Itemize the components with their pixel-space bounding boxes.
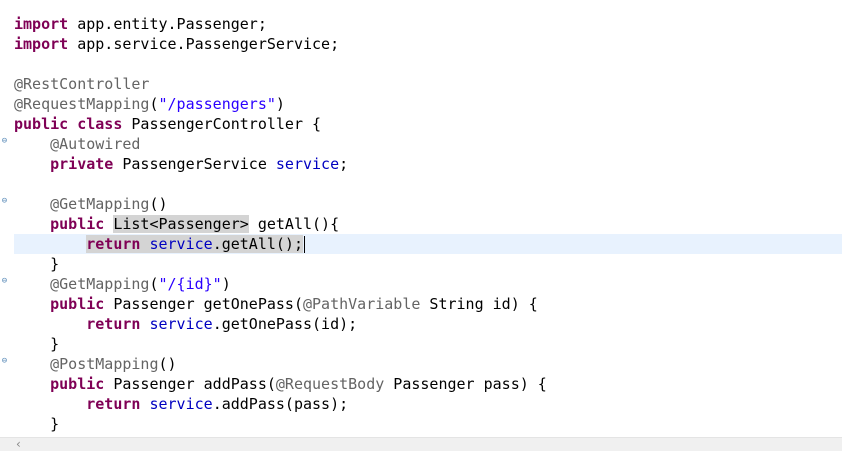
code-line-18[interactable]: @PostMapping() <box>14 354 177 374</box>
code-line-14[interactable]: @GetMapping("/{id}") <box>14 274 231 294</box>
code-line-19[interactable]: public Passenger addPass(@RequestBody Pa… <box>14 374 547 394</box>
code-text: Passenger pass) { <box>384 375 547 393</box>
code-line-1[interactable]: import app.entity.Passenger; <box>14 14 267 34</box>
keyword: class <box>77 115 123 133</box>
keyword: public <box>50 375 105 393</box>
code-line-13[interactable]: } <box>14 254 59 274</box>
code-text: Passenger addPass( <box>104 375 276 393</box>
code-line-15[interactable]: public Passenger getOnePass(@PathVariabl… <box>14 294 538 314</box>
annotation: @PostMapping <box>50 355 159 373</box>
code-text: String id) { <box>420 295 538 313</box>
code-text: } <box>50 415 60 433</box>
keyword: public <box>50 295 105 313</box>
field-reference: service <box>149 395 213 413</box>
keyword: return <box>86 315 141 333</box>
code-line-2[interactable]: import app.service.PassengerService; <box>14 34 339 54</box>
code-line-16[interactable]: return service.getOnePass(id); <box>14 314 357 334</box>
horizontal-scrollbar[interactable]: ‹ <box>0 437 842 451</box>
code-text: .addPass(pass); <box>212 395 349 413</box>
code-text: getAll(){ <box>248 215 340 233</box>
code-line-12-current[interactable]: return service.getAll(); <box>14 234 842 254</box>
code-text: ( <box>149 275 159 293</box>
keyword: public <box>50 215 105 233</box>
fold-icon-class[interactable]: ⊖ <box>0 137 9 146</box>
code-text: app.service.PassengerService; <box>68 35 340 53</box>
keyword: import <box>14 35 69 53</box>
code-line-21[interactable]: } <box>14 414 59 434</box>
code-text: ; <box>339 155 349 173</box>
annotation: @PathVariable <box>303 295 421 313</box>
code-text: () <box>149 195 168 213</box>
code-line-17[interactable]: } <box>14 334 59 354</box>
keyword: return <box>86 235 141 253</box>
code-text: Passenger getOnePass( <box>104 295 303 313</box>
code-line-11[interactable]: public List<Passenger> getAll(){ <box>14 214 339 234</box>
editor-gutter: ⊖ ⊖ ⊖ ⊖ <box>0 0 12 437</box>
code-text: .getOnePass(id); <box>212 315 358 333</box>
code-line-10[interactable]: @GetMapping() <box>14 194 168 214</box>
code-text: () <box>158 355 177 373</box>
code-line-5[interactable]: @RequestMapping("/passengers") <box>14 94 285 114</box>
keyword: import <box>14 15 69 33</box>
field-reference: service <box>149 315 213 333</box>
code-text: ) <box>221 275 231 293</box>
keyword: return <box>86 395 141 413</box>
code-text: } <box>50 335 60 353</box>
occurrence-highlight: List<Passenger> <box>113 215 249 233</box>
string-literal: "/passengers" <box>158 95 276 113</box>
annotation: @RestController <box>14 75 150 93</box>
fold-icon-getall[interactable]: ⊖ <box>0 197 9 206</box>
code-line-20[interactable]: return service.addPass(pass); <box>14 394 348 414</box>
fold-icon-addpass[interactable]: ⊖ <box>0 357 9 366</box>
code-text: PassengerController { <box>122 115 322 133</box>
code-line-8[interactable]: private PassengerService service; <box>14 154 348 174</box>
annotation: @GetMapping <box>50 275 150 293</box>
annotation: @GetMapping <box>50 195 150 213</box>
code-text: ( <box>149 95 159 113</box>
code-line-7[interactable]: @Autowired <box>14 134 140 154</box>
annotation: @RequestBody <box>275 375 385 393</box>
code-editor[interactable]: ⊖ ⊖ ⊖ ⊖ import app.entity.Passenger; imp… <box>0 0 842 437</box>
keyword: private <box>50 155 114 173</box>
code-text: .getAll(); <box>212 235 303 253</box>
scroll-left-arrow-icon[interactable]: ‹ <box>16 438 21 451</box>
code-text: ) <box>275 95 285 113</box>
code-text: } <box>50 255 60 273</box>
field-reference: service <box>275 155 340 173</box>
field-reference: service <box>149 235 213 253</box>
code-line-6[interactable]: public class PassengerController { <box>14 114 321 134</box>
string-literal: "/{id}" <box>158 275 222 293</box>
keyword: public <box>14 115 69 133</box>
code-text: app.entity.Passenger; <box>68 15 267 33</box>
code-line-4[interactable]: @RestController <box>14 74 149 94</box>
fold-icon-getonepass[interactable]: ⊖ <box>0 277 9 286</box>
annotation: @Autowired <box>50 135 141 153</box>
text-caret <box>304 236 305 253</box>
annotation: @RequestMapping <box>14 95 150 113</box>
code-text: PassengerService <box>113 155 276 173</box>
